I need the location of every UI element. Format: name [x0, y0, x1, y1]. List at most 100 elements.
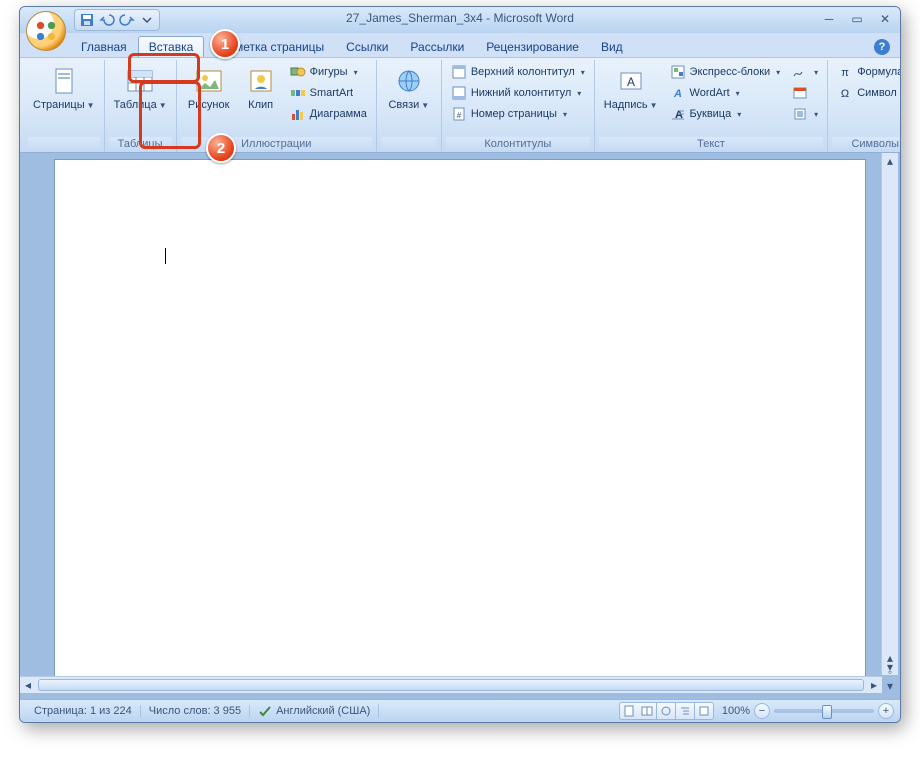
browse-object-icon[interactable]: ◦ [882, 665, 898, 679]
dropcap-icon: A [670, 106, 686, 122]
pagenum-label: Номер страницы [471, 108, 557, 120]
links-label: Связи [388, 99, 419, 111]
svg-text:Ω: Ω [841, 88, 849, 100]
quickparts-icon [670, 64, 686, 80]
smartart-icon [290, 85, 306, 101]
shapes-button[interactable]: Фигуры▾ [285, 62, 372, 82]
links-button[interactable]: Связи▼ [381, 62, 437, 114]
group-text: Текст [599, 137, 823, 152]
picture-button[interactable]: Рисунок [181, 62, 237, 114]
spellcheck-icon [258, 704, 272, 718]
view-print-icon[interactable] [619, 702, 638, 720]
group-headerfooter: Колонтитулы [446, 137, 590, 152]
group-symbols: Символы [832, 137, 901, 152]
tab-home[interactable]: Главная [70, 36, 138, 57]
view-reading-icon[interactable] [638, 702, 657, 720]
document-page[interactable] [54, 159, 866, 681]
chart-icon [290, 106, 306, 122]
prev-page-icon[interactable]: ▴ [882, 651, 898, 665]
status-words[interactable]: Число слов: 3 955 [141, 705, 250, 717]
footer-button[interactable]: Нижний колонтитул▾ [446, 83, 590, 103]
group-pages [28, 137, 100, 152]
symbol-button[interactable]: Ω Символ▾ [832, 83, 901, 103]
next-page-icon[interactable]: ▾ [882, 679, 898, 693]
shapes-label: Фигуры [310, 66, 348, 78]
view-buttons [619, 702, 714, 720]
header-icon [451, 64, 467, 80]
office-button[interactable] [26, 11, 66, 51]
textbox-label: Надпись [604, 99, 648, 111]
smartart-button[interactable]: SmartArt [285, 83, 372, 103]
scroll-right-icon[interactable]: ▸ [866, 678, 882, 692]
tab-view[interactable]: Вид [590, 36, 634, 57]
scroll-left-icon[interactable]: ◂ [20, 678, 36, 692]
vertical-scrollbar[interactable]: ▴ ▾ [881, 153, 898, 675]
window-title: 27_James_Sherman_3x4 - Microsoft Word [20, 11, 900, 25]
maximize-button[interactable]: ▭ [848, 11, 866, 27]
zoom-level[interactable]: 100% [722, 705, 750, 717]
header-button[interactable]: Верхний колонтитул▾ [446, 62, 590, 82]
picture-label: Рисунок [188, 99, 230, 111]
pages-label: Страницы [33, 99, 85, 111]
text-cursor [165, 248, 166, 264]
view-outline-icon[interactable] [676, 702, 695, 720]
shapes-icon [290, 64, 306, 80]
zoom-in-button[interactable]: + [878, 703, 894, 719]
textbox-icon: A [615, 65, 647, 97]
zoom-slider[interactable] [774, 709, 874, 713]
datetime-button[interactable] [787, 83, 823, 103]
table-icon [124, 65, 156, 97]
wordart-button[interactable]: A WordArt▾ [665, 83, 786, 103]
svg-text:#: # [457, 111, 462, 120]
status-lang-label: Английский (США) [276, 705, 370, 717]
help-icon[interactable]: ? [874, 39, 890, 55]
view-web-icon[interactable] [657, 702, 676, 720]
clip-button[interactable]: Клип [239, 62, 283, 114]
tab-insert[interactable]: Вставка [138, 36, 205, 57]
table-button[interactable]: Таблица▼ [109, 62, 172, 114]
tab-references[interactable]: Ссылки [335, 36, 399, 57]
status-page[interactable]: Страница: 1 из 224 [26, 705, 141, 717]
object-button[interactable]: ▾ [787, 104, 823, 124]
dropcap-button[interactable]: A Буквица▾ [665, 104, 786, 124]
minimize-button[interactable]: ─ [820, 11, 838, 27]
wordart-icon: A [670, 85, 686, 101]
signature-icon [792, 64, 808, 80]
equation-button[interactable]: π Формула▾ [832, 62, 901, 82]
chart-button[interactable]: Диаграмма [285, 104, 372, 124]
zoom-knob[interactable] [822, 705, 832, 719]
view-draft-icon[interactable] [695, 702, 714, 720]
quickparts-label: Экспресс-блоки [690, 66, 771, 78]
close-button[interactable]: ✕ [876, 11, 894, 27]
textbox-button[interactable]: A Надпись▼ [599, 62, 663, 114]
hscroll-thumb[interactable] [38, 679, 864, 691]
status-lang[interactable]: Английский (США) [250, 704, 379, 718]
tab-review[interactable]: Рецензирование [475, 36, 590, 57]
clip-label: Клип [248, 99, 273, 111]
header-label: Верхний колонтитул [471, 66, 575, 78]
pages-button[interactable]: Страницы▼ [28, 62, 100, 114]
symbol-label: Символ [857, 87, 897, 99]
quickparts-button[interactable]: Экспресс-блоки▾ [665, 62, 786, 82]
zoom-out-button[interactable]: − [754, 703, 770, 719]
object-icon [792, 106, 808, 122]
signature-button[interactable]: ▾ [787, 62, 823, 82]
svg-text:A: A [673, 88, 682, 100]
pagenum-button[interactable]: # Номер страницы▾ [446, 104, 590, 124]
chart-label: Диаграмма [310, 108, 367, 120]
smartart-label: SmartArt [310, 87, 353, 99]
scroll-up-icon[interactable]: ▴ [882, 153, 898, 169]
svg-text:A: A [627, 75, 635, 89]
horizontal-scrollbar[interactable]: ◂ ▸ [20, 676, 882, 693]
dropcap-label: Буквица [690, 108, 732, 120]
clip-icon [245, 65, 277, 97]
group-links [381, 137, 437, 152]
table-label: Таблица [114, 99, 157, 111]
datetime-icon [792, 85, 808, 101]
links-icon [393, 65, 425, 97]
wordart-label: WordArt [690, 87, 730, 99]
picture-icon [193, 65, 225, 97]
footer-label: Нижний колонтитул [471, 87, 571, 99]
tab-mailings[interactable]: Рассылки [399, 36, 475, 57]
callout-badge-2: 2 [206, 133, 236, 163]
